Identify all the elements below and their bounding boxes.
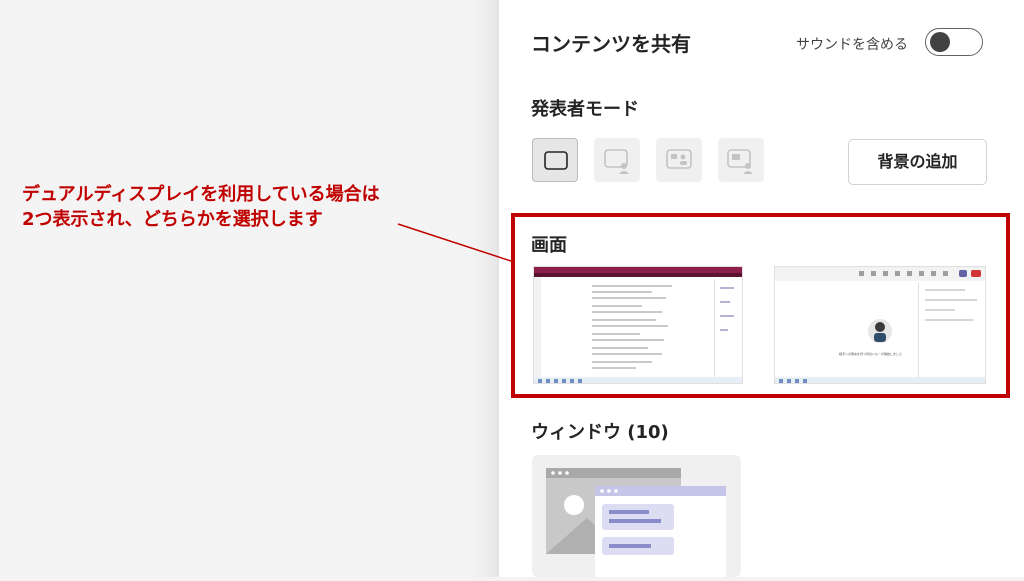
annotation-leader-line xyxy=(397,223,515,263)
